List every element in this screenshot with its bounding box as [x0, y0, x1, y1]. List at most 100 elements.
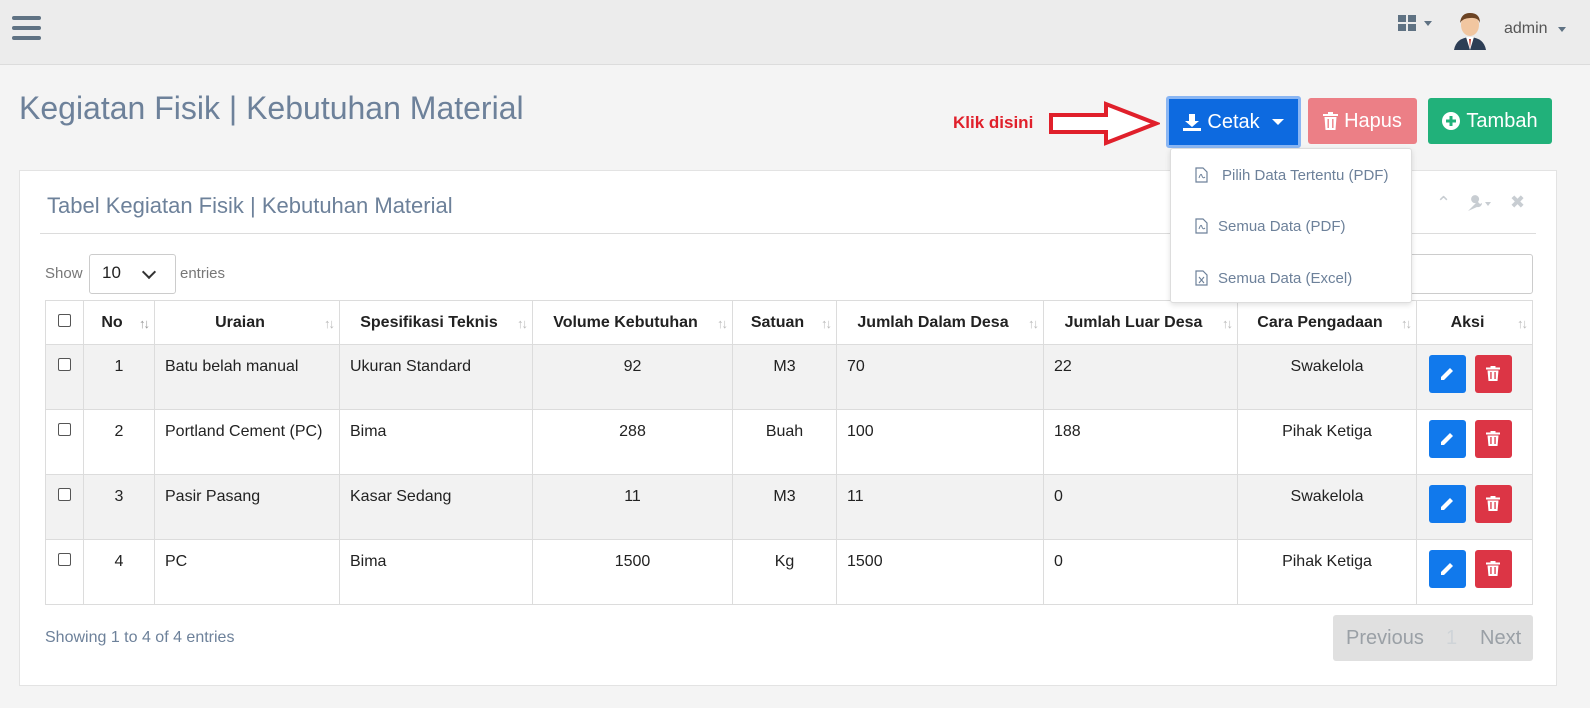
cell-uraian: PC [154, 539, 340, 605]
cell-luar-desa: 0 [1043, 539, 1238, 605]
cell-no: 1 [83, 344, 155, 410]
chevron-down-icon [141, 264, 157, 280]
chevron-down-icon [1424, 21, 1432, 26]
menu-item-pdf-selected[interactable]: Pilih Data Tertentu (PDF) [1171, 165, 1411, 195]
delete-button[interactable]: Hapus [1308, 98, 1417, 144]
cell-uraian: Portland Cement (PC) [154, 409, 340, 475]
column-header[interactable]: Jumlah Dalam Desa ↑↓ [836, 300, 1044, 345]
trash-icon [1486, 496, 1501, 511]
cell-dalam-desa: 11 [836, 474, 1044, 540]
cell-spesifikasi: Bima [339, 539, 533, 605]
cell-cara: Swakelola [1237, 344, 1417, 410]
pdf-file-icon [1195, 167, 1208, 183]
sort-icon: ↑↓ [1401, 316, 1412, 331]
pdf-file-icon [1195, 218, 1208, 234]
cell-satuan: M3 [732, 344, 837, 410]
hamburger-icon[interactable] [12, 16, 41, 42]
grid-icon [1398, 15, 1416, 31]
arrow-right-icon [1049, 101, 1160, 146]
cell-dalam-desa: 1500 [836, 539, 1044, 605]
card-title: Tabel Kegiatan Fisik | Kebutuhan Materia… [47, 193, 453, 218]
chevron-down-icon[interactable] [1558, 27, 1566, 32]
column-header[interactable]: Uraian ↑↓ [154, 300, 340, 345]
add-button-label: Tambah [1466, 109, 1538, 132]
cell-uraian: Pasir Pasang [154, 474, 340, 540]
cell-volume: 92 [532, 344, 733, 410]
cell-luar-desa: 22 [1043, 344, 1238, 410]
pencil-icon [1441, 368, 1453, 380]
add-button[interactable]: Tambah [1428, 98, 1552, 144]
pencil-icon [1441, 433, 1453, 445]
user-name[interactable]: admin [1504, 20, 1548, 38]
print-button[interactable]: Cetak [1166, 96, 1301, 148]
sort-icon: ↑↓ [324, 316, 335, 331]
page-length-select[interactable]: 10 [89, 254, 176, 294]
entries-label: entries [180, 265, 226, 282]
column-header[interactable]: No ↑↓ [83, 300, 155, 345]
row-delete-button[interactable] [1475, 420, 1513, 458]
table-row: 2 Portland Cement (PC) Bima 288 Buah 100… [45, 409, 1533, 475]
apps-menu-toggle[interactable] [1398, 13, 1438, 33]
menu-item-pdf-all[interactable]: Semua Data (PDF) [1171, 216, 1411, 246]
cell-volume: 288 [532, 409, 733, 475]
column-header[interactable]: Satuan ↑↓ [732, 300, 837, 345]
cell-dalam-desa: 100 [836, 409, 1044, 475]
cell-uraian: Batu belah manual [154, 344, 340, 410]
row-delete-button[interactable] [1475, 550, 1513, 588]
show-label: Show [45, 265, 83, 282]
column-header[interactable]: Volume Kebutuhan ↑↓ [532, 300, 733, 345]
cell-satuan: Buah [732, 409, 837, 475]
page-1-button[interactable]: 1 [1446, 627, 1457, 650]
hint-label: Klik disini [953, 113, 1034, 132]
cell-spesifikasi: Ukuran Standard [339, 344, 533, 410]
sort-icon: ↑↓ [1028, 316, 1039, 331]
column-header[interactable]: Jumlah Luar Desa ↑↓ [1043, 300, 1238, 345]
select-all-header [45, 300, 84, 345]
page-length-value: 10 [102, 263, 121, 282]
edit-button[interactable] [1429, 485, 1466, 523]
menu-item-excel-all[interactable]: Semua Data (Excel) [1171, 268, 1411, 298]
card-tools: ⌃ ✖ [1436, 192, 1546, 217]
sort-icon: ↑↓ [821, 316, 832, 331]
row-checkbox[interactable] [58, 358, 71, 371]
cell-cara: Pihak Ketiga [1237, 409, 1417, 475]
trash-icon [1323, 112, 1339, 130]
select-all-checkbox[interactable] [58, 313, 71, 327]
row-delete-button[interactable] [1475, 355, 1513, 393]
edit-button[interactable] [1429, 420, 1466, 458]
row-checkbox[interactable] [58, 488, 71, 501]
close-icon[interactable]: ✖ [1510, 192, 1525, 213]
cell-satuan: M3 [732, 474, 837, 540]
cell-no: 2 [83, 409, 155, 475]
row-checkbox[interactable] [58, 423, 71, 436]
cell-luar-desa: 188 [1043, 409, 1238, 475]
trash-icon [1486, 561, 1501, 576]
wrench-icon[interactable] [1466, 195, 1492, 213]
pencil-icon [1441, 498, 1453, 510]
cell-volume: 11 [532, 474, 733, 540]
trash-icon [1486, 431, 1501, 446]
avatar[interactable] [1452, 10, 1488, 50]
cell-actions [1416, 474, 1533, 540]
edit-button[interactable] [1429, 355, 1466, 393]
cell-volume: 1500 [532, 539, 733, 605]
sort-icon: ↑↓ [517, 316, 528, 331]
column-header[interactable]: Aksi ↑↓ [1416, 300, 1533, 345]
table-row: 1 Batu belah manual Ukuran Standard 92 M… [45, 344, 1533, 410]
column-header[interactable]: Cara Pengadaan ↑↓ [1237, 300, 1417, 345]
next-page-button[interactable]: Next [1480, 627, 1521, 650]
column-header[interactable]: Spesifikasi Teknis ↑↓ [339, 300, 533, 345]
cell-actions [1416, 409, 1533, 475]
sort-icon: ↑↓ [1517, 316, 1528, 331]
cell-actions [1416, 344, 1533, 410]
row-checkbox[interactable] [58, 553, 71, 566]
edit-button[interactable] [1429, 550, 1466, 588]
top-navbar: admin [0, 0, 1590, 65]
previous-page-button[interactable]: Previous [1346, 627, 1424, 650]
collapse-icon[interactable]: ⌃ [1436, 193, 1451, 214]
row-select-cell [45, 539, 84, 605]
data-table: No ↑↓ Uraian ↑↓ Spesifikasi Teknis ↑↓ Volum… [45, 300, 1533, 605]
row-delete-button[interactable] [1475, 485, 1513, 523]
trash-icon [1486, 366, 1501, 381]
search-input[interactable] [1400, 254, 1533, 294]
